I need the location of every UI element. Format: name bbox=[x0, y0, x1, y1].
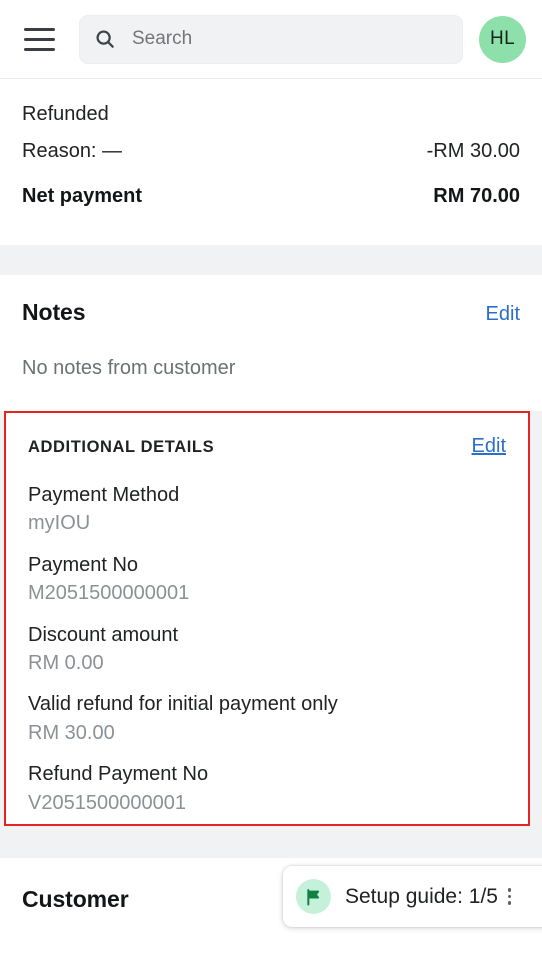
section-divider bbox=[0, 828, 542, 858]
detail-row: Discount amount RM 0.00 bbox=[28, 621, 506, 678]
avatar[interactable]: HL bbox=[479, 15, 526, 63]
detail-label: Refund Payment No bbox=[28, 763, 209, 786]
detail-value: RM 30.00 bbox=[28, 721, 115, 744]
refund-reason-label: Reason: — bbox=[22, 140, 123, 162]
net-payment-amount: RM 70.00 bbox=[433, 185, 520, 207]
detail-value: myIOU bbox=[28, 512, 91, 535]
notes-edit-link[interactable]: Edit bbox=[486, 303, 520, 326]
detail-row: Refund Payment No V2051500000001 bbox=[28, 760, 506, 817]
flag-icon bbox=[296, 879, 331, 914]
hamburger-line bbox=[23, 27, 55, 31]
search-bar[interactable] bbox=[79, 14, 463, 64]
kebab-dot bbox=[507, 901, 512, 905]
net-payment-row: Net payment RM 70.00 bbox=[22, 185, 520, 208]
detail-label: Payment No bbox=[28, 553, 139, 576]
kebab-dot bbox=[507, 894, 512, 899]
refunded-status: Refunded bbox=[22, 103, 109, 125]
additional-details-edit-link[interactable]: Edit bbox=[472, 435, 506, 458]
top-bar: HL bbox=[0, 0, 542, 79]
kebab-dot bbox=[507, 888, 512, 892]
section-divider bbox=[0, 245, 542, 275]
detail-value: V2051500000001 bbox=[28, 791, 186, 814]
detail-value: RM 0.00 bbox=[28, 651, 104, 674]
detail-row: Valid refund for initial payment only RM… bbox=[28, 690, 506, 747]
additional-details-header: ADDITIONAL DETAILS Edit bbox=[28, 435, 506, 458]
hamburger-line bbox=[23, 47, 55, 51]
detail-row: Payment Method myIOU bbox=[28, 481, 506, 538]
hamburger-line bbox=[23, 37, 55, 41]
notes-header: Notes Edit bbox=[22, 299, 520, 326]
net-payment-label: Net payment bbox=[22, 185, 143, 207]
notes-section: Notes Edit No notes from customer bbox=[0, 275, 542, 411]
app-screen: HL Refunded Reason: — -RM 30.00 Net paym… bbox=[0, 0, 542, 964]
notes-empty-text: No notes from customer bbox=[22, 357, 236, 379]
detail-row: Payment No M2051500000001 bbox=[28, 551, 506, 608]
hamburger-menu-icon[interactable] bbox=[16, 16, 62, 62]
detail-value: M2051500000001 bbox=[28, 582, 190, 605]
detail-label: Valid refund for initial payment only bbox=[28, 693, 338, 716]
refund-amount: -RM 30.00 bbox=[426, 140, 520, 162]
setup-guide-card[interactable]: Setup guide: 1/5 bbox=[283, 866, 542, 927]
payment-summary-section: Refunded Reason: — -RM 30.00 Net payment… bbox=[0, 79, 542, 245]
notes-title: Notes bbox=[22, 299, 86, 325]
additional-details-title: ADDITIONAL DETAILS bbox=[28, 438, 215, 456]
setup-guide-label: Setup guide: 1/5 bbox=[345, 884, 498, 908]
detail-label: Payment Method bbox=[28, 484, 180, 506]
refund-reason-row: Reason: — -RM 30.00 bbox=[22, 140, 520, 163]
detail-label: Discount amount bbox=[28, 623, 179, 646]
kebab-menu-icon[interactable] bbox=[507, 888, 512, 905]
additional-details-section: ADDITIONAL DETAILS Edit Payment Method m… bbox=[4, 411, 530, 826]
search-icon bbox=[94, 28, 116, 50]
search-input[interactable] bbox=[132, 28, 448, 50]
